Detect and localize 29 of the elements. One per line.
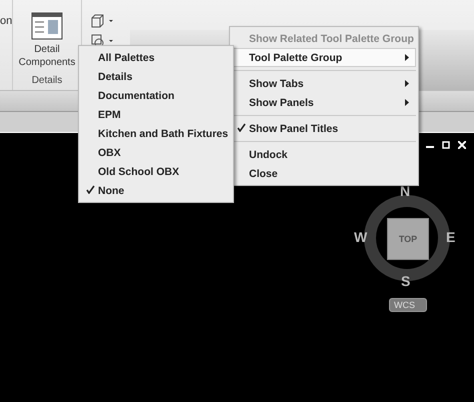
shapes-dropdown-icon[interactable] [90,34,116,48]
detail-components-button[interactable]: Detail Components [18,0,76,72]
submenu-arrow-icon [405,54,409,61]
compass-south[interactable]: S [401,273,410,289]
restore-icon[interactable] [442,141,450,149]
ribbon-label: on [0,15,12,27]
menu-item[interactable]: Show Panel Titles [232,119,416,138]
menu-item[interactable]: Kitchen and Bath Fixtures [81,124,231,143]
compass-north[interactable]: N [400,183,410,199]
panel-title: Details [32,74,62,88]
menu-item[interactable]: None [81,181,231,200]
submenu-arrow-icon [405,99,409,106]
menu-item[interactable]: Close [232,164,416,183]
menu-item[interactable]: Show Panels [232,93,416,112]
close-icon[interactable] [458,141,466,149]
menu-item[interactable]: Details [81,67,231,86]
palette-icon [30,12,63,40]
menu-item[interactable]: Undock [232,145,416,164]
compass-east[interactable]: E [446,229,456,245]
menu-item[interactable]: Tool Palette Group [232,48,416,67]
submenu-arrow-icon [405,80,409,87]
menu-item[interactable]: Show Tabs [232,74,416,93]
menu-item[interactable]: OBX [81,143,231,162]
menu-item[interactable]: Documentation [81,86,231,105]
menu-item[interactable]: EPM [81,105,231,124]
menu-item[interactable]: All Palettes [81,48,231,67]
compass-west[interactable]: W [354,229,368,245]
menu-item[interactable]: Old School OBX [81,162,231,181]
cube-dropdown-icon[interactable] [90,14,116,28]
